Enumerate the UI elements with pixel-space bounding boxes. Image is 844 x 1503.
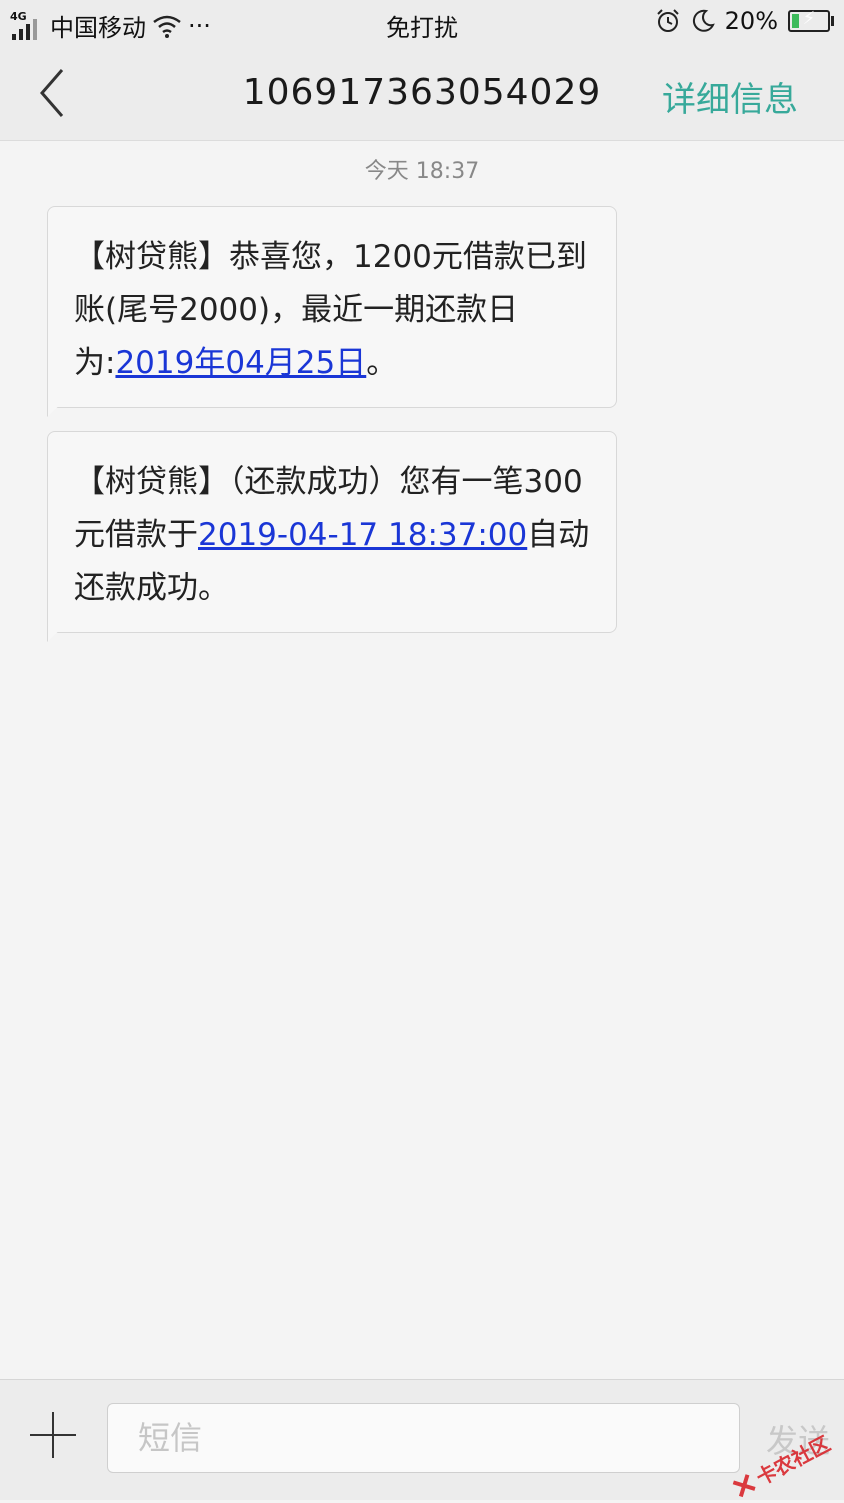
watermark-logo-icon — [732, 1473, 756, 1497]
add-attachment-button[interactable] — [30, 1412, 76, 1458]
status-bar: 4G 中国移动 ··· 免打扰 20% ⚡ — [0, 0, 844, 46]
alarm-icon — [656, 9, 679, 32]
message-bubble[interactable]: 【树贷熊】（还款成功）您有一笔300元借款于2019-04-17 18:37:0… — [47, 431, 617, 633]
date-separator: 今天 18:37 — [364, 159, 480, 184]
moon-icon — [692, 9, 715, 32]
message-text-end: 。 — [366, 345, 398, 381]
message-bubble[interactable]: 【树贷熊】恭喜您，1200元借款已到账(尾号2000)，最近一期还款日为:201… — [47, 206, 617, 408]
battery-icon: ⚡ — [788, 8, 834, 32]
battery-percent: 20% — [724, 7, 778, 35]
charging-icon: ⚡ — [802, 8, 816, 29]
conversation-header: 106917363054029 详细信息 — [0, 46, 844, 141]
datetime-link[interactable]: 2019-04-17 18:37:00 — [198, 517, 527, 553]
message-composer: 发送 卡农社区 — [0, 1379, 844, 1500]
sms-input[interactable] — [107, 1403, 740, 1473]
status-right: 20% ⚡ — [655, 7, 834, 35]
date-link[interactable]: 2019年04月25日 — [115, 345, 366, 381]
details-button[interactable]: 详细信息 — [662, 72, 798, 121]
